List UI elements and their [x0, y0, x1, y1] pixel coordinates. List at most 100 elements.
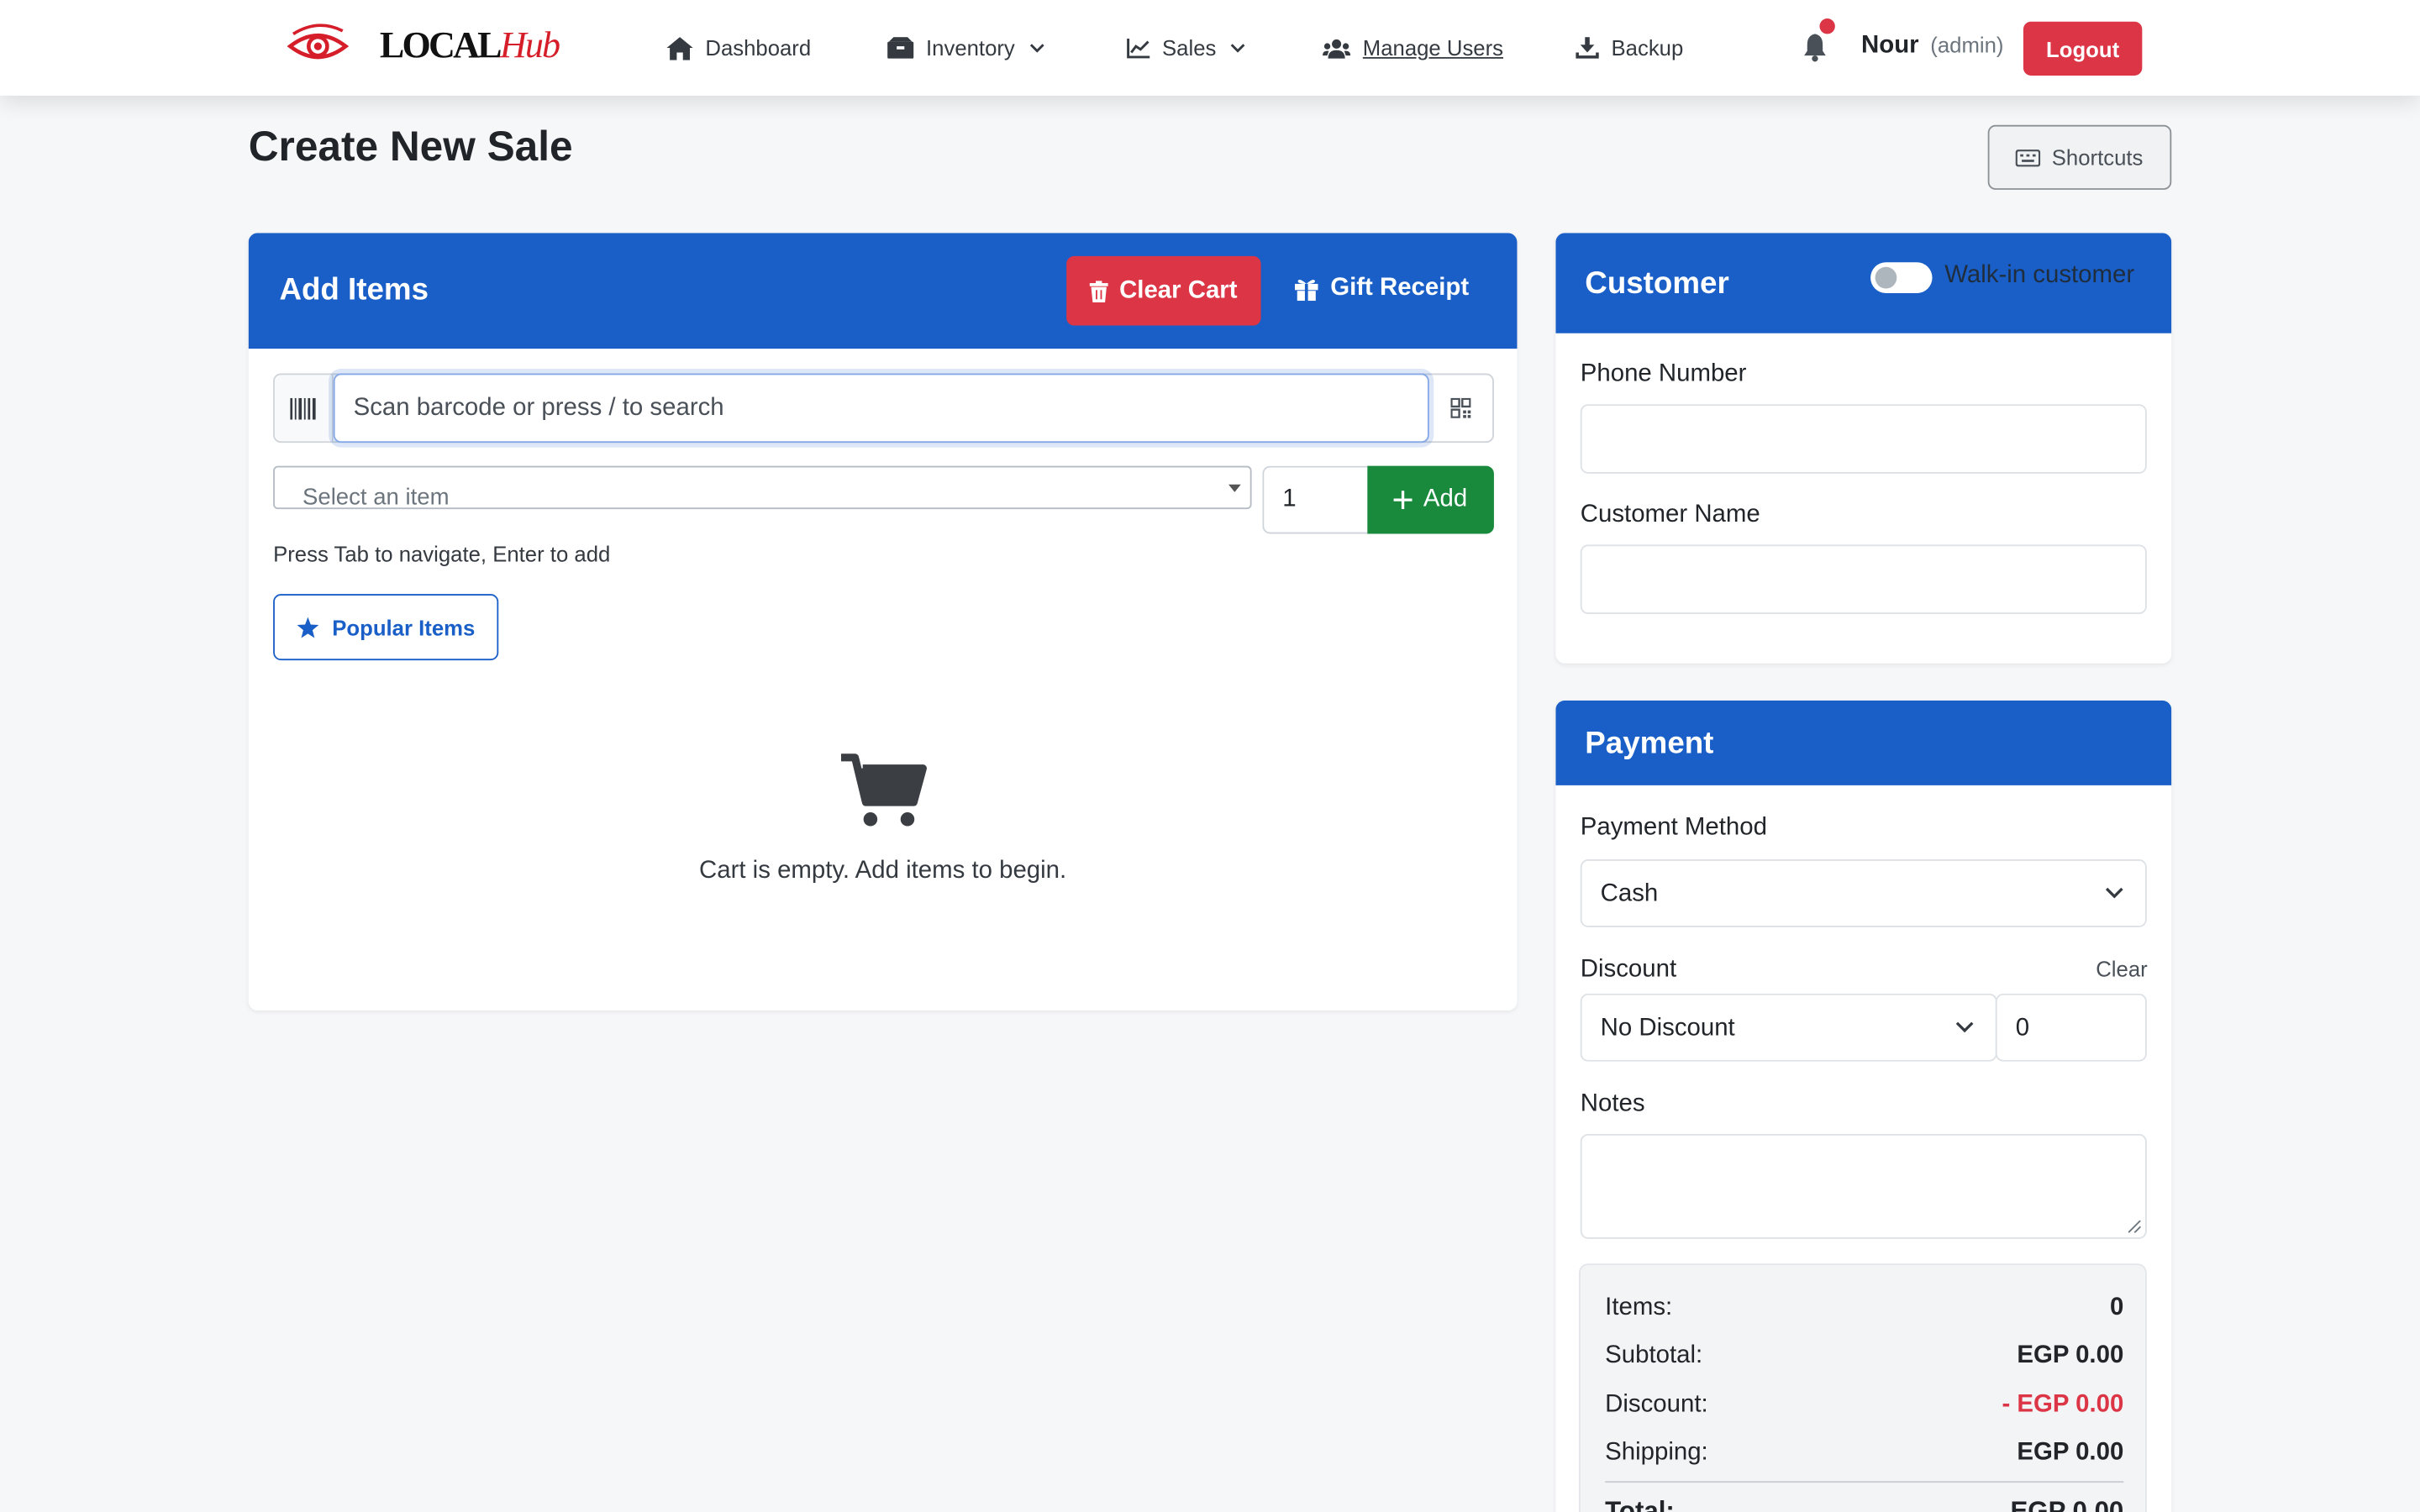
resize-handle-icon[interactable] — [2128, 1220, 2141, 1233]
order-summary: Items: 0 Subtotal: EGP 0.00 Discount: - EGP… — [1578, 1263, 2147, 1512]
logo-wordmark: LOCALHub — [379, 25, 560, 67]
app-logo[interactable]: LOCALHub — [287, 22, 560, 71]
quantity-input[interactable] — [1262, 465, 1370, 534]
chevron-down-icon — [1230, 44, 1245, 53]
customer-card: Customer Walk-in customer Phone Number C… — [1555, 233, 2172, 664]
dropdown-arrow-icon — [1228, 484, 1241, 492]
phone-number-input[interactable] — [1580, 404, 2147, 474]
discount-value-text: 0 — [2015, 1015, 2030, 1042]
notes-label: Notes — [1580, 1090, 1645, 1117]
popular-items-button[interactable]: Popular Items — [273, 594, 499, 661]
nav-sales[interactable]: Sales — [1127, 31, 1245, 65]
page-title: Create New Sale — [248, 123, 573, 171]
discount-type-select[interactable]: No Discount — [1580, 993, 1997, 1062]
discount-value-input[interactable]: 0 — [1995, 993, 2147, 1062]
trash-icon — [1090, 280, 1109, 302]
customer-header: Customer Walk-in customer — [1555, 233, 2172, 333]
summary-total-row: Total: EGP 0.00 — [1605, 1497, 2123, 1512]
qr-scan-icon[interactable] — [1428, 375, 1492, 441]
user-role: (admin) — [1930, 32, 2004, 57]
gift-receipt-label: Gift Receipt — [1330, 274, 1470, 302]
summary-divider — [1605, 1481, 2124, 1483]
gift-icon — [1294, 279, 1318, 301]
summary-discount-value: - EGP 0.00 — [2002, 1391, 2124, 1418]
payment-method-select[interactable]: Cash — [1580, 859, 2147, 927]
summary-total-value: EGP 0.00 — [2010, 1496, 2124, 1512]
clear-cart-label: Clear Cart — [1119, 276, 1238, 303]
notification-badge — [1819, 18, 1835, 34]
summary-discount-row: Discount: - EGP 0.00 — [1605, 1392, 2123, 1420]
summary-shipping-label: Shipping: — [1605, 1439, 1708, 1466]
walk-in-toggle[interactable] — [1870, 262, 1933, 293]
eye-logo-icon — [287, 24, 350, 60]
item-select-dropdown[interactable]: Select an item — [273, 465, 1252, 511]
chevron-down-icon — [1955, 1021, 1974, 1033]
discount-clear-link[interactable]: Clear — [2096, 957, 2147, 981]
logo-text-local: LOCAL — [379, 25, 502, 66]
summary-items-label: Items: — [1605, 1294, 1673, 1321]
barcode-icon — [274, 375, 334, 442]
keyboard-icon — [2016, 149, 2041, 166]
logout-button[interactable]: Logout — [2023, 21, 2143, 76]
customer-name-input[interactable] — [1580, 544, 2147, 615]
payment-title: Payment — [1585, 727, 1714, 761]
download-icon — [1576, 37, 1599, 59]
add-item-button[interactable]: Add — [1367, 465, 1494, 534]
keyboard-hint: Press Tab to navigate, Enter to add — [273, 541, 611, 567]
payment-method-label: Payment Method — [1580, 814, 1767, 842]
customer-name-label: Customer Name — [1580, 501, 1760, 528]
nav-sales-label: Sales — [1162, 35, 1217, 60]
shopping-cart-icon — [841, 753, 927, 827]
summary-items-row: Items: 0 — [1605, 1294, 2123, 1322]
payment-header: Payment — [1555, 700, 2172, 785]
line-chart-icon — [1127, 37, 1150, 58]
home-icon — [666, 36, 693, 60]
nav-inventory-label: Inventory — [926, 35, 1015, 60]
user-info: Nour (admin) — [1861, 33, 2003, 60]
barcode-search-group — [273, 373, 1494, 444]
summary-subtotal-value: EGP 0.00 — [2017, 1341, 2124, 1369]
nav-manage-users[interactable]: Manage Users — [1323, 31, 1503, 65]
popular-items-label: Popular Items — [332, 614, 476, 640]
notification-bell-icon[interactable] — [1800, 33, 1831, 64]
boxes-icon — [887, 37, 914, 59]
summary-discount-label: Discount: — [1605, 1391, 1708, 1418]
phone-number-label: Phone Number — [1580, 360, 1747, 388]
add-item-label: Add — [1423, 486, 1468, 512]
add-items-card: Add Items Clear Cart Gift Receipt Select… — [248, 233, 1518, 1011]
gift-receipt-button[interactable]: Gift Receipt — [1294, 274, 1470, 302]
plus-icon — [1394, 491, 1413, 510]
notes-textarea[interactable] — [1580, 1133, 2147, 1239]
item-select-placeholder: Select an item — [302, 484, 450, 511]
top-navbar: LOCALHub Dashboard Inventory Sales Manag… — [0, 0, 2420, 96]
nav-dashboard[interactable]: Dashboard — [666, 31, 811, 65]
add-items-title: Add Items — [279, 273, 429, 307]
nav-dashboard-label: Dashboard — [705, 35, 812, 60]
add-items-header: Add Items Clear Cart Gift Receipt — [248, 233, 1518, 349]
nav-inventory[interactable]: Inventory — [887, 31, 1044, 65]
summary-subtotal-row: Subtotal: EGP 0.00 — [1605, 1342, 2123, 1370]
nav-backup-label: Backup — [1611, 35, 1684, 60]
summary-shipping-value: EGP 0.00 — [2017, 1439, 2124, 1466]
shortcuts-label: Shortcuts — [2051, 144, 2144, 171]
payment-card: Payment Payment Method Cash Discount Cle… — [1555, 700, 2172, 1512]
nav-manage-users-label: Manage Users — [1362, 35, 1504, 60]
barcode-search-input[interactable] — [333, 373, 1429, 444]
nav-backup[interactable]: Backup — [1576, 31, 1683, 65]
summary-shipping-row: Shipping: EGP 0.00 — [1605, 1440, 2123, 1467]
logo-text-hub: Hub — [499, 25, 560, 66]
star-icon — [297, 616, 319, 638]
shortcuts-button[interactable]: Shortcuts — [1987, 124, 2172, 190]
customer-title: Customer — [1585, 266, 1729, 302]
empty-cart-message: Cart is empty. Add items to begin. — [698, 858, 1067, 885]
user-name: Nour — [1861, 32, 1919, 59]
chevron-down-icon — [1029, 44, 1044, 53]
users-icon — [1323, 38, 1351, 58]
clear-cart-button[interactable]: Clear Cart — [1066, 255, 1261, 326]
discount-label: Discount — [1580, 956, 1677, 983]
discount-type-value: No Discount — [1600, 1015, 1735, 1042]
chevron-down-icon — [2105, 887, 2123, 899]
walk-in-label: Walk-in customer — [1944, 262, 2135, 289]
summary-total-label: Total: — [1605, 1496, 1675, 1512]
summary-subtotal-label: Subtotal: — [1605, 1341, 1703, 1369]
